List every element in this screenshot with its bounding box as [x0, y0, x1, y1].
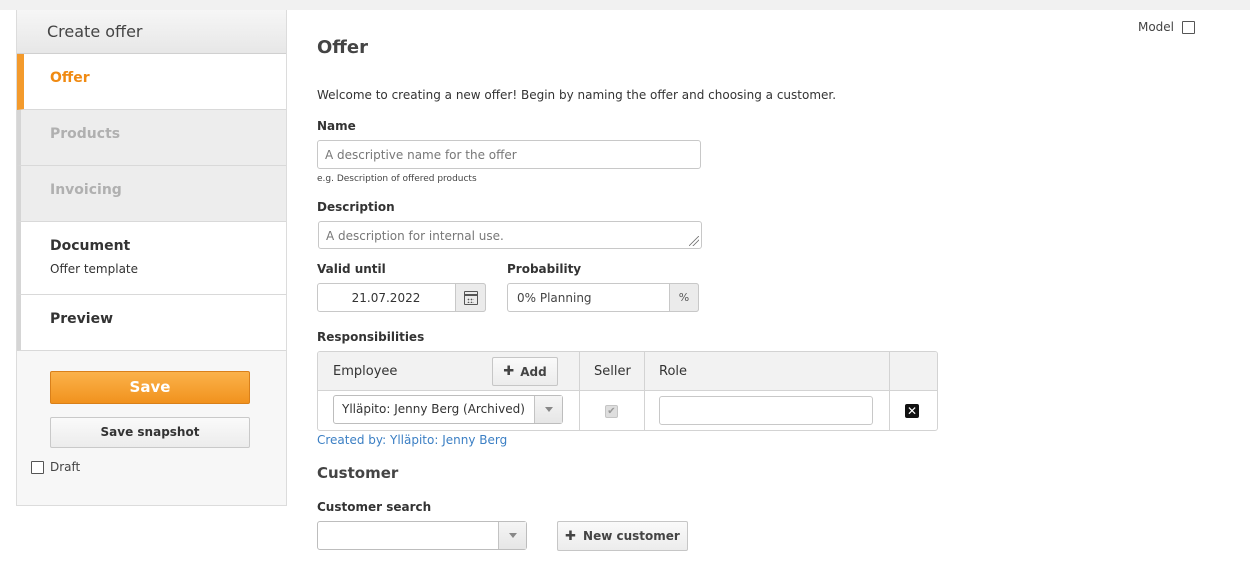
seller-checkbox[interactable]: ✔ [605, 405, 618, 418]
valid-until-field[interactable]: 21.07.2022 [317, 283, 486, 312]
name-hint: e.g. Description of offered products [317, 174, 477, 184]
chevron-down-icon [508, 533, 517, 538]
sidebar-item-document[interactable]: Document Offer template [17, 222, 286, 295]
column-header-seller: Seller [594, 364, 631, 379]
responsibilities-label: Responsibilities [317, 330, 425, 344]
valid-until-value: 21.07.2022 [351, 291, 421, 305]
calendar-icon [463, 290, 478, 305]
calendar-button[interactable] [455, 283, 486, 312]
new-customer-label: New customer [583, 529, 680, 543]
sidebar-item-label: Products [50, 126, 121, 142]
sidebar-item-label: Document [50, 238, 131, 254]
draft-toggle[interactable]: Draft [31, 460, 80, 474]
column-header-employee: Employee [333, 364, 398, 379]
probability-value: 0% Planning [517, 291, 592, 305]
main-content: Model Offer Welcome to creating a new of… [317, 0, 1247, 572]
sidebar-item-label: Preview [50, 311, 114, 327]
add-label: Add [520, 364, 547, 379]
save-button[interactable]: Save [50, 371, 250, 404]
role-input[interactable] [659, 396, 873, 425]
column-header-role: Role [659, 364, 688, 379]
name-field[interactable]: A descriptive name for the offer [317, 140, 701, 169]
description-label: Description [317, 200, 395, 214]
description-field[interactable]: A description for internal use. [318, 221, 702, 249]
description-placeholder: A description for internal use. [326, 229, 504, 243]
model-label: Model [1137, 20, 1174, 34]
dropdown-button[interactable] [534, 396, 562, 423]
percent-addon: % [669, 283, 699, 312]
plus-icon: ✚ [565, 528, 577, 544]
probability-label: Probability [507, 262, 582, 276]
employee-value: Ylläpito: Jenny Berg (Archived) [342, 402, 525, 416]
page-title: Offer [317, 37, 368, 58]
responsibilities-table: Employee ✚ Add Seller Role Ylläpito: Jen… [317, 351, 938, 431]
sidebar-header: Create offer [17, 10, 286, 54]
intro-text: Welcome to creating a new offer! Begin b… [317, 88, 837, 102]
draft-checkbox[interactable] [31, 460, 44, 474]
draft-label: Draft [50, 460, 81, 474]
sidebar-item-products[interactable]: Products [17, 110, 286, 166]
sidebar-item-preview[interactable]: Preview [17, 295, 286, 351]
resize-handle-icon[interactable] [689, 236, 699, 246]
add-employee-button[interactable]: ✚ Add [492, 357, 558, 386]
save-snapshot-button[interactable]: Save snapshot [50, 417, 250, 448]
sidebar: Create offer Offer Products Invoicing Do… [16, 10, 287, 506]
probability-select[interactable]: 0% Planning % [507, 283, 699, 312]
sidebar-item-invoicing[interactable]: Invoicing [17, 166, 286, 222]
sidebar-item-label: Invoicing [50, 182, 122, 198]
valid-until-label: Valid until [317, 262, 386, 276]
sidebar-item-label: Offer [50, 70, 90, 86]
name-label: Name [317, 119, 356, 133]
customer-search-select[interactable] [317, 521, 527, 550]
remove-row-icon[interactable]: ✕ [905, 404, 919, 418]
created-by-link[interactable]: Created by: Ylläpito: Jenny Berg [317, 433, 507, 447]
sidebar-item-sublabel: Offer template [50, 262, 139, 276]
employee-select[interactable]: Ylläpito: Jenny Berg (Archived) [333, 395, 563, 424]
chevron-down-icon [544, 407, 553, 412]
customer-search-label: Customer search [317, 500, 432, 514]
dropdown-button[interactable] [498, 522, 526, 549]
sidebar-item-offer[interactable]: Offer [17, 54, 286, 110]
model-toggle[interactable]: Model [1138, 20, 1195, 34]
model-checkbox[interactable] [1182, 20, 1195, 34]
new-customer-button[interactable]: ✚ New customer [557, 521, 688, 551]
plus-icon: ✚ [503, 364, 515, 379]
customer-heading: Customer [317, 464, 399, 482]
